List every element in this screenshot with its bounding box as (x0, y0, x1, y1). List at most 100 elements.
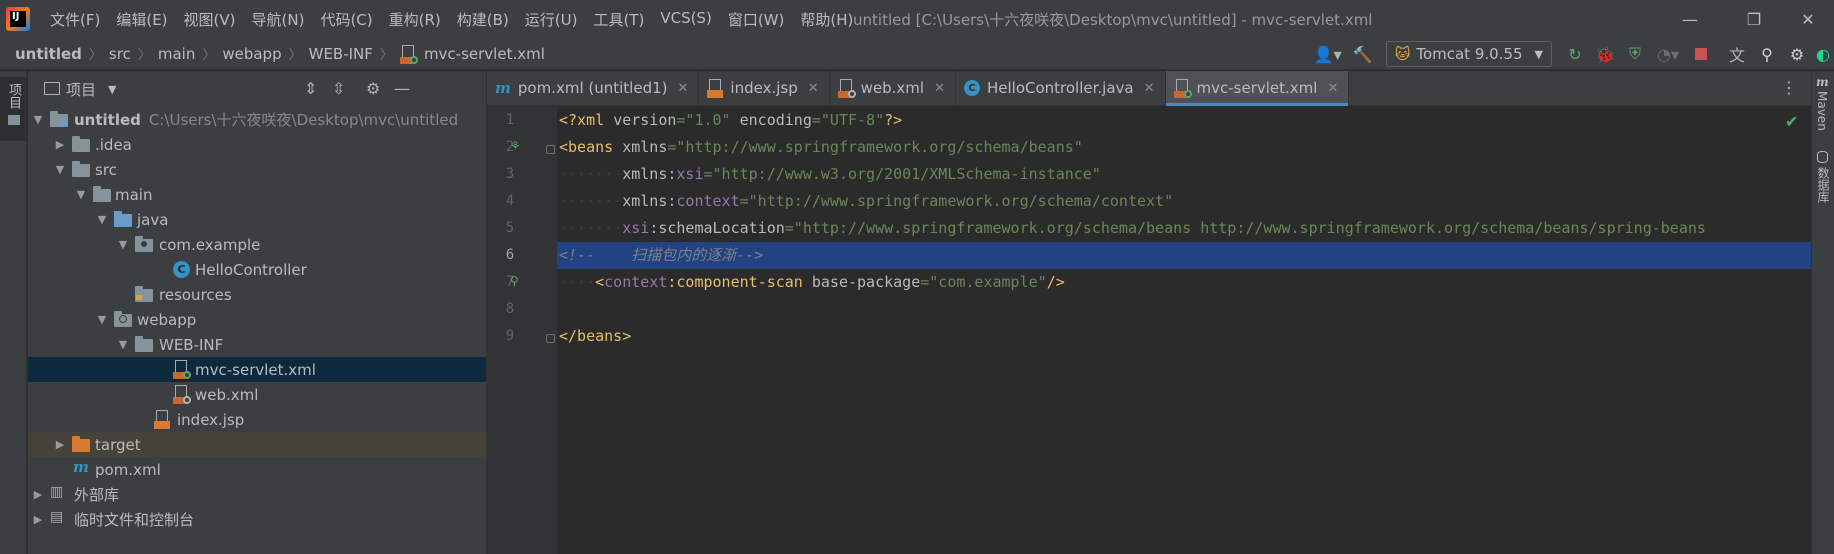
breadcrumb-main[interactable]: main (158, 45, 195, 63)
debug-icon[interactable]: 🐞 (1590, 39, 1620, 69)
tree-item-scratches[interactable]: ▶ ▤ 临时文件和控制台 (28, 507, 486, 532)
tree-item-hello-controller[interactable]: C HelloController (28, 257, 486, 282)
stop-icon[interactable] (1686, 39, 1716, 69)
line-number-current: 6 (505, 247, 515, 263)
chevron-down-icon[interactable]: ▼ (95, 313, 109, 326)
close-icon[interactable]: ✕ (808, 81, 819, 96)
chevron-down-icon[interactable]: ▼ (116, 238, 130, 251)
close-icon[interactable]: ✕ (1144, 81, 1155, 96)
fold-marker-icon[interactable] (546, 145, 555, 154)
tree-item-java[interactable]: ▼ java (28, 207, 486, 232)
inspection-ok-check-icon[interactable]: ✔ (1785, 112, 1798, 131)
breadcrumb-project[interactable]: untitled (15, 45, 82, 63)
menu-navigate[interactable]: 导航(N) (244, 9, 313, 30)
expand-all-icon[interactable]: ⇕ (304, 79, 317, 98)
hide-panel-icon[interactable]: — (394, 79, 410, 98)
source-folder-icon (114, 211, 134, 228)
tree-item-web-inf[interactable]: ▼ WEB-INF (28, 332, 486, 357)
menu-window[interactable]: 窗口(W) (720, 9, 793, 30)
folder-icon (7, 115, 20, 125)
menu-edit[interactable]: 编辑(E) (108, 9, 175, 30)
tab-pom-xml[interactable]: m pom.xml (untitled1) ✕ (487, 71, 700, 105)
tree-item-external-libraries[interactable]: ▶ ▥ 外部库 (28, 482, 486, 507)
chevron-down-icon[interactable]: ▼ (74, 188, 88, 201)
profile-icon[interactable]: ◔▾ (1650, 39, 1686, 69)
chevron-right-icon[interactable]: ▶ (31, 488, 45, 501)
line-number: 4 (505, 193, 515, 209)
tree-item-resources[interactable]: resources (28, 282, 486, 307)
restore-button[interactable]: ❐ (1728, 0, 1780, 38)
spring-beans-gutter-icon[interactable]: ⚘ (510, 139, 521, 153)
minimize-button[interactable]: — (1664, 0, 1716, 38)
database-tool-tab[interactable]: 数据库 (1815, 167, 1832, 203)
menu-view[interactable]: 视图(V) (176, 9, 244, 30)
tree-item-webapp[interactable]: ▼ webapp (28, 307, 486, 332)
left-tool-strip: 项目 (0, 71, 27, 554)
menu-refactor[interactable]: 重构(R) (381, 9, 449, 30)
chevron-right-icon[interactable]: ▶ (53, 438, 67, 451)
more-vertical-icon[interactable]: ⋮ (1781, 78, 1797, 97)
search-icon[interactable]: ⚲ (1752, 39, 1782, 69)
menu-help[interactable]: 帮助(H) (792, 9, 861, 30)
coverage-icon[interactable]: ⛨ (1620, 39, 1650, 69)
tab-label: HelloController.java (986, 79, 1134, 97)
breadcrumb-file[interactable]: mvc-servlet.xml (424, 45, 545, 63)
tree-item-com-example[interactable]: ▼ com.example (28, 232, 486, 257)
menu-code[interactable]: 代码(C) (312, 9, 380, 30)
chevron-down-icon[interactable]: ▼ (31, 113, 45, 126)
user-icon[interactable]: 👤▾ (1308, 39, 1348, 69)
chevron-down-icon[interactable]: ▼ (95, 213, 109, 226)
close-icon[interactable]: ✕ (678, 81, 689, 96)
tab-web-xml[interactable]: web.xml ✕ (830, 71, 956, 105)
breadcrumb-web-inf[interactable]: WEB-INF (309, 45, 373, 63)
tree-item-index-jsp[interactable]: index.jsp (28, 407, 486, 432)
chevron-down-icon[interactable]: ▼ (53, 163, 67, 176)
rerun-icon[interactable]: ↻ (1560, 39, 1590, 69)
panel-settings-gear-icon[interactable]: ⚙ (366, 79, 380, 98)
menu-vcs[interactable]: VCS(S) (652, 9, 719, 30)
tree-item-main[interactable]: ▼ main (28, 182, 486, 207)
close-window-button[interactable]: ✕ (1782, 0, 1834, 38)
run-configuration-select[interactable]: 🐱 Tomcat 9.0.55 ▼ (1385, 41, 1552, 67)
right-tool-strip: m Maven 数据库 (1811, 71, 1834, 554)
maven-tool-tab[interactable]: Maven (1815, 91, 1829, 131)
chevron-down-icon[interactable]: ▼ (116, 338, 130, 351)
menu-build[interactable]: 构建(B) (449, 9, 517, 30)
code-editor[interactable]: <?xml version="1.0" encoding="UTF-8"?> <… (557, 107, 1811, 554)
close-icon[interactable]: ✕ (934, 81, 945, 96)
close-icon[interactable]: ✕ (1327, 81, 1338, 96)
chevron-right-icon[interactable]: ▶ (53, 138, 67, 151)
intellij-logo-icon[interactable]: IJ (6, 7, 30, 31)
navigation-bar: untitled 〉 src 〉 main 〉 webapp 〉 WEB-INF… (0, 38, 1834, 70)
breadcrumb-webapp[interactable]: webapp (222, 45, 281, 63)
module-folder-icon (50, 111, 70, 128)
breadcrumb-src[interactable]: src (109, 45, 131, 63)
tab-label: web.xml (860, 79, 925, 97)
spring-component-scan-gutter-icon[interactable]: ⚲ (510, 274, 519, 288)
tree-item-src[interactable]: ▼ src (28, 157, 486, 182)
tab-hello-controller[interactable]: C HelloController.java ✕ (956, 71, 1166, 105)
tree-item-web-xml[interactable]: web.xml (28, 382, 486, 407)
translate-icon[interactable]: 文 (1722, 39, 1752, 69)
menu-tools[interactable]: 工具(T) (585, 9, 652, 30)
chevron-down-icon[interactable]: ▼ (108, 83, 116, 96)
tree-item-target[interactable]: ▶ target (28, 432, 486, 457)
tab-mvc-servlet-xml[interactable]: mvc-servlet.xml ✕ (1165, 71, 1350, 106)
fold-marker-icon[interactable] (546, 334, 555, 343)
settings-gear-icon[interactable]: ⚙ (1782, 39, 1812, 69)
chevron-right-icon[interactable]: ▶ (31, 513, 45, 526)
menu-file[interactable]: 文件(F) (42, 9, 108, 30)
build-hammer-icon[interactable]: 🔨 (1348, 39, 1378, 69)
menu-run[interactable]: 运行(U) (517, 9, 586, 30)
tree-item-label: java (137, 210, 169, 229)
tree-item-pom-xml[interactable]: m pom.xml (28, 457, 486, 482)
tree-item-mvc-servlet-xml[interactable]: mvc-servlet.xml (28, 357, 486, 382)
jetbrains-toolbox-icon[interactable]: ◐ (1812, 39, 1834, 69)
project-panel-title[interactable]: 项目 (66, 79, 96, 100)
tab-label: pom.xml (untitled1) (517, 79, 668, 97)
project-tool-tab[interactable]: 项目 (0, 77, 27, 141)
tab-index-jsp[interactable]: index.jsp ✕ (699, 71, 830, 105)
tree-item-untitled[interactable]: ▼ untitled C:\Users\十六夜咲夜\Desktop\mvc\unt… (28, 107, 486, 132)
tree-item-idea[interactable]: ▶ .idea (28, 132, 486, 157)
collapse-all-icon[interactable]: ⇳ (332, 79, 345, 98)
